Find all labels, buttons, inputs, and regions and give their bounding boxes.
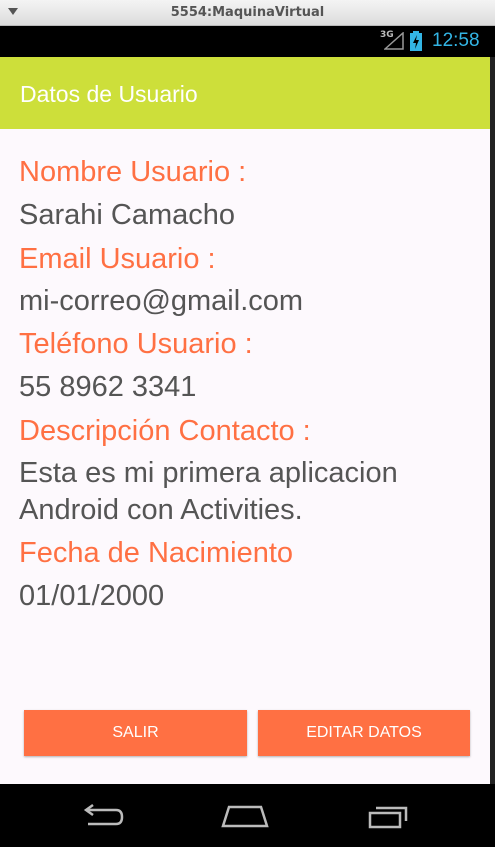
user-details: Nombre Usuario : Sarahi Camacho Email Us… (0, 129, 490, 784)
description-value: Esta es mi primera aplicacion Android co… (19, 457, 398, 526)
exit-button[interactable]: SALIR (24, 710, 247, 756)
birthdate-label: Fecha de Nacimiento (19, 537, 294, 569)
signal-icon (384, 32, 404, 50)
navigation-bar (0, 784, 495, 847)
emulator-titlebar: 5554:MaquinaVirtual (0, 0, 495, 26)
window-title: 5554:MaquinaVirtual (170, 5, 325, 20)
email-label: Email Usuario : (19, 243, 216, 275)
phone-label: Teléfono Usuario : (19, 328, 253, 360)
action-bar: Datos de Usuario (0, 57, 495, 129)
email-value: mi-correo@gmail.com (19, 285, 304, 317)
home-icon[interactable] (220, 802, 270, 830)
edit-data-button[interactable]: EDITAR DATOS (258, 710, 470, 756)
description-label: Descripción Contacto : (19, 415, 311, 447)
phone-value: 55 8962 3341 (19, 371, 197, 403)
name-label: Nombre Usuario : (19, 156, 247, 188)
page-title: Datos de Usuario (20, 81, 198, 107)
recents-icon[interactable] (366, 802, 414, 830)
window-edge (490, 57, 495, 784)
status-clock: 12:58 (432, 30, 480, 51)
birthdate-value: 01/01/2000 (19, 580, 165, 612)
status-bar: 3G 12:58 (0, 26, 495, 57)
name-value: Sarahi Camacho (19, 199, 235, 231)
battery-charging-icon (410, 31, 422, 51)
back-icon[interactable] (78, 802, 124, 830)
